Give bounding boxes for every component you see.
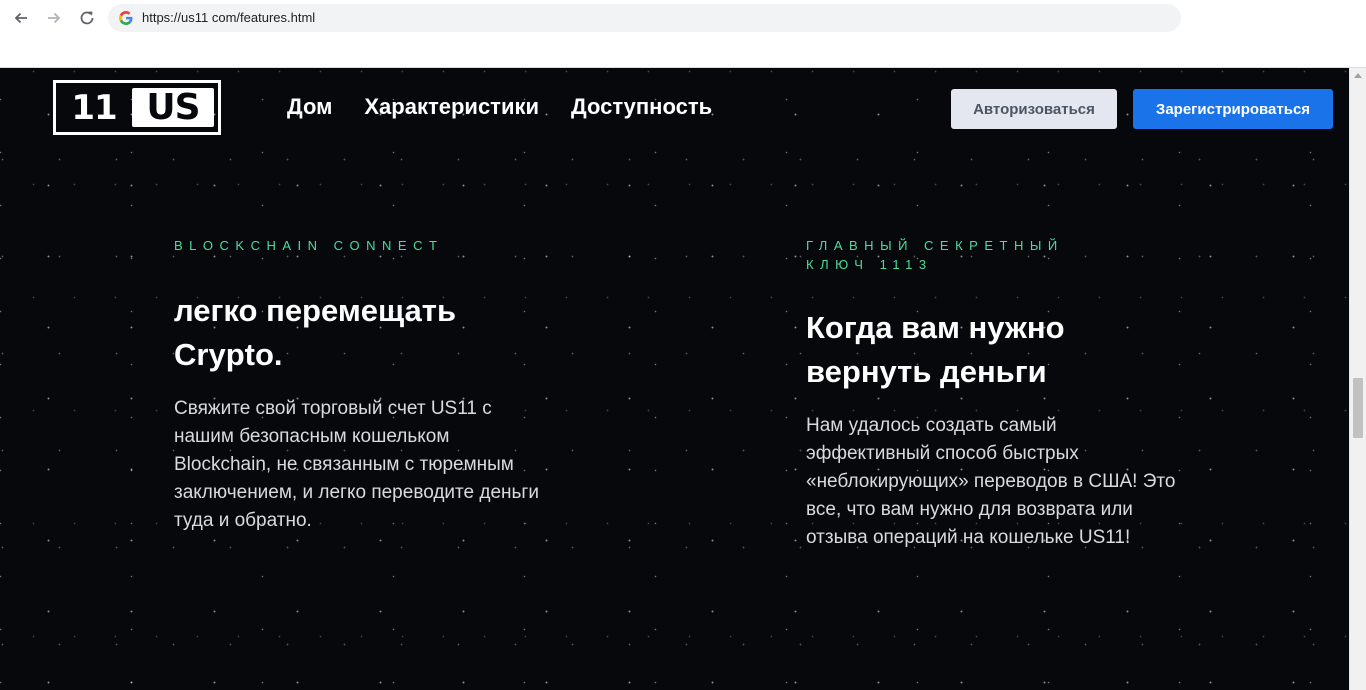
feature-heading: легко перемещать Crypto.: [174, 293, 457, 372]
logo-letters: US: [132, 87, 214, 128]
main-navigation: Дом Характеристики Доступность: [287, 94, 712, 120]
scrollbar-thumb[interactable]: [1353, 378, 1363, 438]
page-viewport: 11 US Дом Характеристики Доступность Авт…: [0, 68, 1349, 690]
browser-toolbar: https://us11 com/features.html: [0, 0, 1366, 68]
feature-eyebrow: ГЛАВНЫЙ СЕКРЕТНЫЙ КЛЮЧ 1113: [806, 238, 1064, 272]
forward-button[interactable]: [42, 6, 66, 30]
register-button[interactable]: Зарегистрироваться: [1133, 89, 1333, 129]
address-bar[interactable]: https://us11 com/features.html: [108, 4, 1181, 32]
page-scrollbar[interactable]: [1349, 68, 1366, 690]
nav-link-home[interactable]: Дом: [287, 94, 332, 120]
logo-number: 11: [71, 87, 117, 128]
reload-button[interactable]: [75, 6, 99, 30]
back-button[interactable]: [9, 6, 33, 30]
login-button[interactable]: Авторизоваться: [951, 89, 1117, 129]
google-g-icon: [119, 11, 133, 25]
scroll-up-icon[interactable]: [1354, 73, 1362, 78]
nav-link-availability[interactable]: Доступность: [571, 94, 712, 120]
reload-icon: [80, 11, 94, 25]
feature-secret-key: ГЛАВНЫЙ СЕКРЕТНЫЙ КЛЮЧ 1113 Когда вам ну…: [806, 236, 1186, 552]
feature-description: Свяжите свой торговый счет US11 с нашим …: [174, 398, 539, 531]
feature-eyebrow: BLOCKCHAIN CONNECT: [174, 238, 444, 253]
forward-arrow-icon: [48, 12, 61, 24]
back-arrow-icon: [14, 12, 27, 24]
feature-blockchain: BLOCKCHAIN CONNECT легко перемещать Cryp…: [174, 236, 554, 535]
feature-heading: Когда вам нужно вернуть деньги: [806, 310, 1065, 389]
url-text[interactable]: https://us11 com/features.html: [142, 4, 315, 32]
feature-description: Нам удалось создать самый эффективный сп…: [806, 415, 1176, 548]
site-logo[interactable]: 11 US: [53, 80, 221, 135]
nav-link-features[interactable]: Характеристики: [364, 94, 539, 120]
